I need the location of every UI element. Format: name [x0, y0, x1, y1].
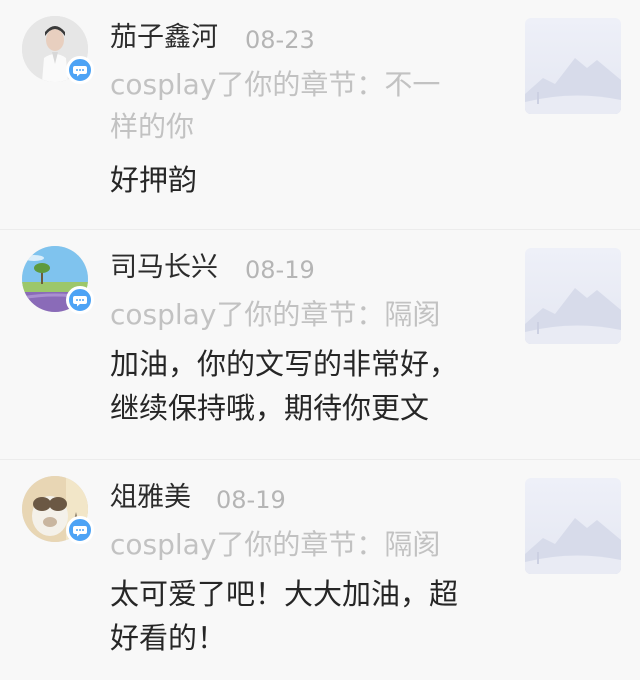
comment-text-line: 好押韵 [110, 163, 198, 197]
comment-item[interactable]: 茄子鑫河 08-23 cosplay了你的章节：不一 样的你 好押韵 [0, 0, 640, 230]
username[interactable]: 司马长兴 [110, 250, 218, 286]
comment-text: 加油，你的文写的非常好， 继续保持哦，期待你更文 [110, 342, 480, 430]
chapter-source[interactable]: cosplay了你的章节：隔阂 [110, 294, 470, 336]
mountain-placeholder-icon[interactable] [525, 478, 621, 574]
chapter-source[interactable]: cosplay了你的章节：不一 样的你 [110, 64, 470, 148]
comment-date: 08-19 [216, 486, 286, 514]
comment-feed: 茄子鑫河 08-23 cosplay了你的章节：不一 样的你 好押韵 司马长兴 … [0, 0, 640, 680]
comment-bubble-icon [66, 286, 94, 314]
chapter-source-line: cosplay了你的章节：不一 [110, 68, 441, 101]
comment-bubble-icon [66, 56, 94, 84]
chapter-source-line: cosplay了你的章节：隔阂 [110, 298, 441, 331]
comment-bubble-icon [66, 516, 94, 544]
comment-item[interactable]: 司马长兴 08-19 cosplay了你的章节：隔阂 加油，你的文写的非常好， … [0, 230, 640, 460]
comment-item[interactable]: 俎雅美 08-19 cosplay了你的章节：隔阂 太可爱了吧！大大加油，超 好… [0, 460, 640, 680]
comment-text-line: 太可爱了吧！大大加油，超 [110, 577, 459, 611]
comment-text-line: 继续保持哦，期待你更文 [110, 391, 430, 425]
comment-text-line: 加油，你的文写的非常好， [110, 347, 459, 381]
avatar-container[interactable] [22, 246, 94, 314]
username[interactable]: 茄子鑫河 [110, 20, 218, 56]
comment-text: 太可爱了吧！大大加油，超 好看的！ [110, 572, 480, 660]
mountain-placeholder-icon[interactable] [525, 248, 621, 344]
comment-text-line: 好看的！ [110, 621, 227, 655]
avatar-container[interactable] [22, 476, 94, 544]
comment-text: 好押韵 [110, 158, 480, 202]
chapter-source-line: 样的你 [110, 110, 195, 143]
username[interactable]: 俎雅美 [110, 480, 191, 516]
chapter-source[interactable]: cosplay了你的章节：隔阂 [110, 524, 470, 566]
comment-date: 08-19 [245, 256, 315, 284]
mountain-placeholder-icon[interactable] [525, 18, 621, 114]
comment-date: 08-23 [245, 26, 315, 54]
chapter-source-line: cosplay了你的章节：隔阂 [110, 528, 441, 561]
avatar-container[interactable] [22, 16, 94, 84]
